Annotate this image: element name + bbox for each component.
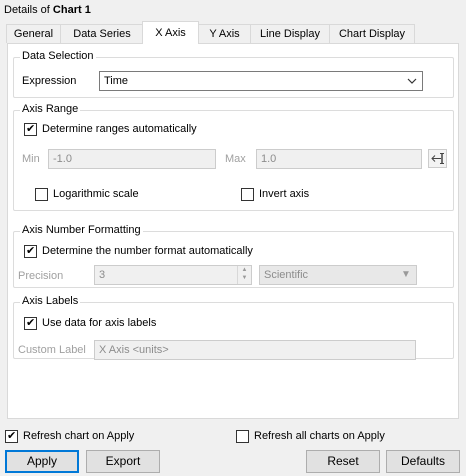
precision-value: 3 [99,269,106,281]
checkbox-box [241,188,254,201]
tab-x-axis[interactable]: X Axis [142,21,199,44]
tab-line-display[interactable]: Line Display [250,24,330,43]
chart-name: Chart 1 [52,4,91,16]
tab-data-series[interactable]: Data Series [60,24,144,43]
apply-button[interactable]: Apply [5,450,79,473]
reset-button[interactable]: Reset [306,450,380,473]
use-data-labels-label: Use data for axis labels [42,317,157,329]
tab-label: Line Display [260,28,320,40]
check-icon: ✔ [7,430,17,442]
export-button[interactable]: Export [86,450,160,473]
checkbox-box: ✔ [24,245,37,258]
number-format-dropdown[interactable]: Scientific ▼ [259,265,417,285]
axis-range-group: Axis Range ✔ Determine ranges automatica… [13,103,454,211]
data-selection-group: Data Selection Expression Time [13,50,454,98]
max-label: Max [225,153,246,165]
number-format-value: Scientific [264,269,309,281]
max-input[interactable]: 1.0 [256,149,422,169]
auto-range-label: Determine ranges automatically [42,123,197,135]
group-title: Axis Labels [20,295,81,307]
expression-label: Expression [22,75,77,87]
logarithmic-label: Logarithmic scale [53,188,139,200]
title-prefix: Details of [4,4,50,16]
number-format-group: Axis Number Formatting ✔ Determine the n… [13,224,454,288]
expression-dropdown[interactable]: Time [99,71,423,91]
dialog-title: Details of Chart 1 [4,4,91,16]
tab-y-axis[interactable]: Y Axis [198,24,251,43]
custom-label-label: Custom Label [18,344,86,356]
precision-spinbox[interactable]: 3 ▲ ▼ [94,265,252,285]
group-title: Axis Number Formatting [20,224,143,236]
refresh-all-charts-label: Refresh all charts on Apply [254,430,385,442]
tab-label: X Axis [155,27,186,39]
group-title: Axis Range [20,103,81,115]
precision-label: Precision [18,270,64,282]
checkbox-box: ✔ [5,430,18,443]
checkbox-box: ✔ [24,123,37,136]
tab-label: Data Series [73,28,131,40]
checkbox-box [35,188,48,201]
fit-range-icon[interactable] [428,149,447,168]
check-icon: ✔ [26,123,36,135]
axis-labels-group: Axis Labels ✔ Use data for axis labels C… [13,295,454,360]
min-label: Min [22,153,40,165]
tab-label: General [13,28,54,40]
expression-value: Time [104,75,129,87]
custom-label-input[interactable]: X Axis <units> [94,340,416,360]
checkbox-box [236,430,249,443]
invert-axis-label: Invert axis [259,188,310,200]
tab-label: Y Axis [209,28,240,40]
chevron-down-icon [405,72,419,90]
check-icon: ✔ [26,245,36,257]
min-input[interactable]: -1.0 [48,149,216,169]
checkbox-box: ✔ [24,317,37,330]
auto-number-format-label: Determine the number format automaticall… [42,245,253,257]
tab-chart-display[interactable]: Chart Display [329,24,415,43]
defaults-button[interactable]: Defaults [386,450,460,473]
tab-label: Chart Display [338,28,406,40]
refresh-chart-on-apply-label: Refresh chart on Apply [23,430,135,442]
x-axis-panel: Data Selection Expression Time Axis Rang… [7,43,459,419]
group-title: Data Selection [20,50,96,62]
tab-general[interactable]: General [6,24,61,43]
spinner-arrows-icon[interactable]: ▲ ▼ [237,266,251,284]
chevron-down-icon: ▼ [401,269,411,280]
check-icon: ✔ [26,317,36,329]
